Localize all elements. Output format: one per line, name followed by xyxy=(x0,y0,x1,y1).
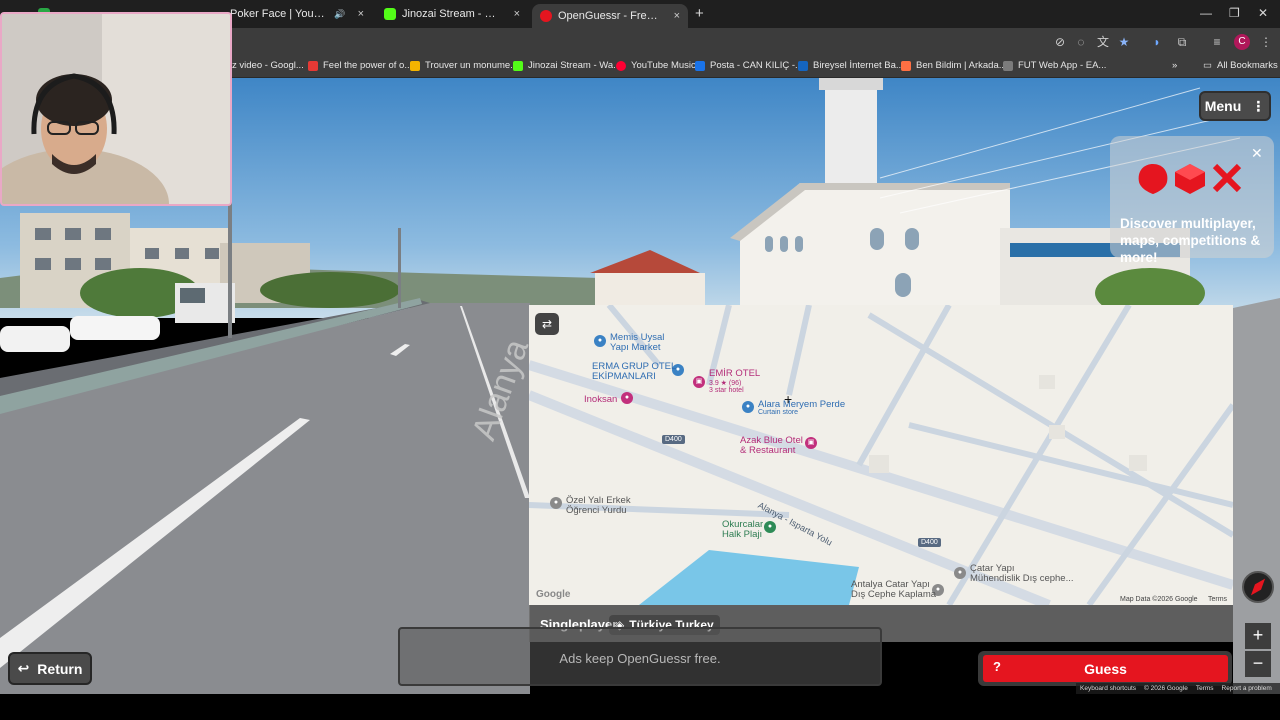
audio-icon[interactable]: 🔊 xyxy=(334,9,345,20)
close-tab-icon[interactable]: × xyxy=(514,8,520,20)
extension-icon[interactable]: ◗ xyxy=(1150,35,1164,49)
translate-icon[interactable]: 文 xyxy=(1096,35,1110,49)
compass-icon[interactable] xyxy=(1242,571,1274,603)
bookmark-favicon xyxy=(410,60,420,71)
more-bookmarks-button[interactable]: » xyxy=(1172,60,1177,71)
swords-graphic xyxy=(1212,163,1242,193)
map-size-toggle-button[interactable]: ⇄ xyxy=(535,313,559,335)
bottom-bar xyxy=(0,694,1280,720)
road-shield: D400 xyxy=(662,435,685,444)
promo-text: Discover multiplayer, maps, competitions… xyxy=(1120,216,1261,265)
cube-graphic xyxy=(1175,164,1205,194)
map-marker-icon[interactable]: ● xyxy=(550,497,562,509)
map-marker-icon[interactable]: ● xyxy=(954,567,966,579)
google-logo: Google xyxy=(536,589,571,600)
webcam-overlay xyxy=(0,12,232,206)
compass-needle xyxy=(1250,578,1266,596)
map-footer: Keyboard shortcuts © 2026 Google Terms R… xyxy=(1076,683,1280,694)
return-button[interactable]: ↩ Return xyxy=(8,652,92,685)
bookmark-item[interactable]: YouTube Music xyxy=(616,60,696,71)
bookmark-item[interactable]: Bireysel İnternet Ba... xyxy=(798,60,904,71)
close-icon[interactable]: ✕ xyxy=(1251,145,1263,162)
report-problem-link[interactable]: Report a problem xyxy=(1222,685,1272,692)
tab-youtube-music[interactable]: Poker Face | YouTube Music 🔊 × xyxy=(222,4,372,24)
menu-button[interactable]: Menu ⋮ xyxy=(1199,91,1271,121)
bookmark-item[interactable]: Feel the power of o... xyxy=(308,60,412,71)
webcam-person-graphic xyxy=(2,14,230,204)
bookmark-item[interactable]: Jinozai Stream - Wa... xyxy=(513,60,621,71)
pin-graphic xyxy=(1138,164,1168,194)
bookmark-star-icon[interactable]: ★ xyxy=(1117,35,1131,49)
map-attribution: Map Data ©2026 Google xyxy=(1120,596,1198,603)
folder-icon: ▭ xyxy=(1203,60,1212,71)
return-arrow-icon: ↩ xyxy=(17,660,30,676)
tab-openguessr[interactable]: OpenGuessr - Free GeoGuessr A × xyxy=(532,4,688,28)
hotel-marker-icon[interactable]: ▣ xyxy=(693,376,705,388)
bookmark-item[interactable]: z video - Googl... xyxy=(232,60,304,71)
map-marker-icon[interactable]: ● xyxy=(594,335,606,347)
zoom-out-button[interactable]: − xyxy=(1245,651,1271,677)
bookmark-favicon xyxy=(798,60,808,71)
crosshair-icon: + xyxy=(784,391,793,407)
help-icon[interactable]: ? xyxy=(993,659,1001,674)
bookmark-item[interactable]: Trouver un monume... xyxy=(410,60,518,71)
bookmark-favicon xyxy=(695,60,705,71)
bookmark-favicon xyxy=(513,60,523,71)
more-menu-icon[interactable]: ⋮ xyxy=(1259,35,1273,49)
map-marker-icon[interactable]: ● xyxy=(742,401,754,413)
close-tab-icon[interactable]: × xyxy=(358,8,364,20)
restore-icon[interactable]: ❐ xyxy=(1229,6,1240,20)
map-terms-link[interactable]: Terms xyxy=(1208,596,1227,603)
puzzle-icon[interactable]: ⧉ xyxy=(1175,35,1189,49)
shop-marker-icon[interactable]: ● xyxy=(621,392,633,404)
promo-illustration xyxy=(1138,163,1242,194)
kebab-icon: ⋮ xyxy=(1251,97,1266,114)
kick-favicon xyxy=(384,8,396,20)
ad-placeholder: Ads keep OpenGuessr free. xyxy=(398,627,882,686)
zoom-in-button[interactable]: + xyxy=(1245,623,1271,649)
minimize-icon[interactable]: — xyxy=(1200,6,1212,20)
window-close-icon[interactable]: ✕ xyxy=(1258,6,1268,20)
profile-avatar[interactable]: C xyxy=(1234,34,1250,50)
bookmark-item[interactable]: Ben Bildim | Arkada... xyxy=(901,60,1007,71)
guess-map[interactable]: ● Memis Uysal Yapı Market ● ERMA GRUP OT… xyxy=(529,305,1233,605)
camera-off-icon[interactable]: ⊘ xyxy=(1053,35,1067,49)
bookmark-item[interactable]: Posta - CAN KILIÇ -... xyxy=(695,60,803,71)
beach-marker-icon[interactable]: ● xyxy=(764,521,776,533)
road-shield: D400 xyxy=(918,538,941,547)
keyboard-shortcuts-link[interactable]: Keyboard shortcuts xyxy=(1080,685,1136,692)
browser-window: Poker Face | YouTube Music 🔊 × Jinozai S… xyxy=(0,0,1280,720)
bookmark-item[interactable]: FUT Web App - EA... xyxy=(1003,60,1106,71)
copyright-text: © 2026 Google xyxy=(1144,685,1188,692)
hotel-marker-icon[interactable]: ▣ xyxy=(805,437,817,449)
all-bookmarks-button[interactable]: ▭ All Bookmarks xyxy=(1203,60,1278,71)
terms-link[interactable]: Terms xyxy=(1196,685,1214,692)
eye-off-icon[interactable]: ◌ xyxy=(1074,35,1088,49)
bookmark-favicon xyxy=(901,60,911,71)
tab-kick-dashboard[interactable]: Jinozai Stream - Kick Dashboard × xyxy=(376,4,528,24)
bookmark-favicon xyxy=(616,60,626,71)
close-tab-icon[interactable]: × xyxy=(674,10,680,22)
bookmark-favicon xyxy=(308,60,318,71)
media-icon[interactable]: ≡ xyxy=(1210,35,1224,49)
bookmark-favicon xyxy=(1003,60,1013,71)
openguessr-favicon xyxy=(540,10,552,22)
guess-button[interactable]: Guess xyxy=(983,655,1228,682)
new-tab-button[interactable]: + xyxy=(695,5,704,22)
